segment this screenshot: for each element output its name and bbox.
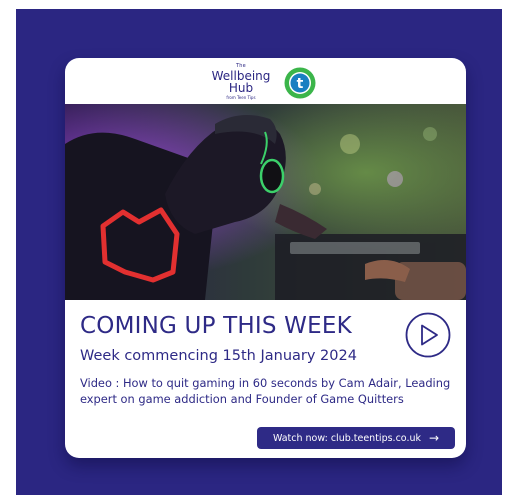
video-description: Video : How to quit gaming in 60 seconds… — [80, 376, 451, 406]
gamer-with-headset-image — [65, 104, 466, 300]
logo-tagline: from Teen Tips — [226, 95, 256, 100]
play-icon[interactable] — [405, 312, 451, 358]
watch-now-button[interactable]: Watch now: club.teentips.co.uk → — [257, 427, 455, 449]
week-commencing-text: Week commencing 15th January 2024 — [80, 348, 357, 364]
watch-now-label: Watch now: club.teentips.co.uk — [272, 432, 421, 444]
wellbeing-hub-logo: The Wellbeing Hub from Teen Tips t — [206, 63, 326, 103]
teentips-badge-icon: t — [284, 67, 316, 99]
arrow-right-icon: → — [428, 431, 440, 445]
badge-letter: t — [297, 76, 304, 92]
logo-hub-text: Hub — [228, 81, 254, 95]
coming-up-heading: COMING UP THIS WEEK — [80, 313, 352, 339]
